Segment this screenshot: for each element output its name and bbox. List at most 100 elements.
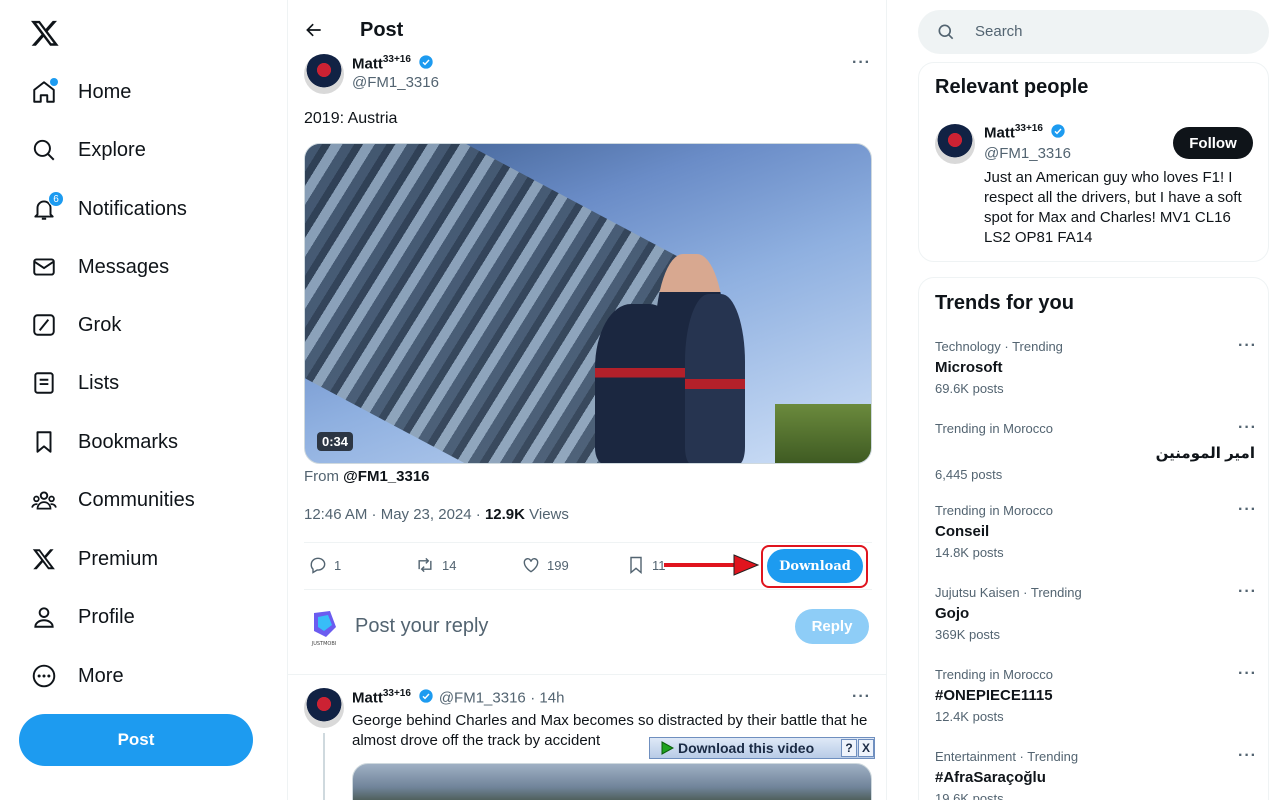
home-icon	[30, 78, 58, 106]
author-handle[interactable]: @FM1_3316	[352, 74, 439, 91]
nav-home-label: Home	[78, 80, 132, 103]
nav-more[interactable]: More	[30, 656, 124, 696]
mail-icon	[30, 253, 58, 281]
notifications-badge: 6	[48, 191, 64, 207]
post-button[interactable]: Post	[19, 714, 253, 766]
more-options-icon[interactable]: ···	[852, 54, 871, 72]
trend-item[interactable]: Trending in Morocco Conseil 14.8K posts …	[935, 501, 1257, 560]
person-handle[interactable]: @FM1_3316	[984, 145, 1071, 162]
reply-button[interactable]: Reply	[795, 609, 869, 644]
person-avatar[interactable]	[935, 124, 975, 164]
nav-notifications[interactable]: 6 Notifications	[30, 189, 187, 229]
trend-item[interactable]: Entertainment · Trending #AfraSaraçoğlu …	[935, 747, 1257, 800]
x-logo[interactable]	[30, 18, 60, 48]
reply-action[interactable]: 1	[308, 555, 341, 575]
nav-profile[interactable]: Profile	[30, 597, 135, 637]
grok-icon	[30, 311, 58, 339]
person-name-sup: 33+16	[1014, 123, 1043, 134]
nav-premium-label: Premium	[78, 547, 159, 570]
reply-composer: JUSTMOBI Post your reply Reply	[288, 591, 886, 675]
trends-card: Trends for you Technology · Trending Mic…	[918, 277, 1269, 800]
trend-more-icon[interactable]: ···	[1238, 419, 1257, 437]
trend-count: 6,445 posts	[935, 467, 1003, 482]
bookmark-action[interactable]: 11	[626, 555, 666, 575]
trend-context: Trending in Morocco	[935, 421, 1054, 436]
reply-time[interactable]: · 14h	[530, 689, 564, 706]
follow-button[interactable]: Follow	[1173, 127, 1253, 159]
trend-more-icon[interactable]: ···	[1238, 501, 1257, 519]
trees-graphic	[775, 404, 871, 463]
trend-item[interactable]: Jujutsu Kaisen · Trending Gojo 369K post…	[935, 583, 1257, 642]
people-icon	[30, 486, 58, 514]
nav-grok[interactable]: Grok	[30, 305, 121, 345]
search-bar[interactable]: Search	[918, 10, 1269, 54]
reply-icon	[310, 557, 326, 574]
download-video-toolbar[interactable]: Download this video ? X	[649, 737, 875, 759]
trend-name: #AfraSaraçoğlu	[935, 769, 1046, 786]
more-circle-icon	[30, 662, 58, 690]
reply-author[interactable]: Matt33+16 @FM1_3316 · 14h	[352, 688, 564, 707]
verified-icon	[419, 689, 434, 703]
from-handle[interactable]: @FM1_3316	[343, 468, 429, 485]
trend-more-icon[interactable]: ···	[1238, 665, 1257, 683]
nav-bookmarks[interactable]: Bookmarks	[30, 422, 178, 462]
trend-more-icon[interactable]: ···	[1238, 747, 1257, 765]
author-display-name: Matt	[352, 55, 383, 73]
trend-count: 12.4K posts	[935, 709, 1004, 724]
trend-context: Trending in Morocco	[935, 503, 1054, 518]
timestamp[interactable]: 12:46 AM · May 23, 2024 ·	[304, 506, 485, 523]
user-avatar[interactable]: JUSTMOBI	[308, 609, 340, 647]
x-icon	[30, 545, 58, 573]
nav-more-label: More	[78, 664, 124, 687]
nav-home[interactable]: Home	[30, 72, 131, 112]
person-name[interactable]: Matt33+16	[984, 123, 1066, 142]
video-duration: 0:34	[317, 432, 354, 451]
reply-input[interactable]: Post your reply	[355, 615, 488, 638]
author-name-sup: 33+16	[382, 54, 411, 65]
post-header: Post	[288, 0, 886, 52]
reply-more-options-icon[interactable]: ···	[852, 688, 871, 706]
nav-premium[interactable]: Premium	[30, 539, 158, 579]
nav-explore[interactable]: Explore	[30, 130, 146, 170]
bookmark-icon	[630, 556, 642, 575]
reply-author-avatar[interactable]	[304, 688, 344, 728]
nav-notifications-label: Notifications	[78, 197, 187, 220]
tweet-video[interactable]: 0:34	[304, 143, 872, 464]
nav-communities[interactable]: Communities	[30, 480, 195, 520]
like-action[interactable]: 199	[521, 555, 569, 575]
trend-item[interactable]: Trending in Morocco #ONEPIECE1115 12.4K …	[935, 665, 1257, 724]
reply-media[interactable]	[352, 763, 872, 800]
back-arrow-icon[interactable]	[304, 20, 324, 40]
tweet-meta: 12:46 AM · May 23, 2024 · 12.9K Views	[304, 506, 569, 523]
author-name[interactable]: Matt33+16	[352, 54, 434, 73]
trend-name: #ONEPIECE1115	[935, 687, 1053, 704]
bell-icon: 6	[30, 191, 64, 223]
nav-lists[interactable]: Lists	[30, 363, 119, 403]
search-icon	[938, 24, 954, 40]
author-avatar[interactable]	[304, 54, 344, 94]
close-toolbar-button[interactable]: X	[858, 739, 874, 757]
trend-item[interactable]: Trending in Morocco امير المومنين 6,445 …	[935, 419, 1257, 482]
person-icon	[30, 603, 58, 631]
person-bio: Just an American guy who loves F1! I res…	[984, 169, 1242, 246]
nav-messages-label: Messages	[78, 255, 170, 278]
search-icon	[30, 136, 58, 164]
bookmark-icon	[30, 428, 58, 456]
help-button[interactable]: ?	[841, 739, 857, 757]
like-count: 199	[547, 557, 569, 573]
nav-messages[interactable]: Messages	[30, 247, 169, 287]
trends-title: Trends for you	[935, 292, 1074, 314]
trend-more-icon[interactable]: ···	[1238, 583, 1257, 601]
search-input[interactable]: Search	[975, 23, 1023, 40]
relevant-people-card: Relevant people Matt33+16 @FM1_3316 Foll…	[918, 62, 1269, 262]
trend-item[interactable]: Technology · Trending Microsoft 69.6K po…	[935, 337, 1257, 396]
trend-count: 19.6K posts	[935, 791, 1004, 800]
person-figure	[685, 294, 745, 463]
retweet-action[interactable]: 14	[414, 555, 456, 575]
trend-more-icon[interactable]: ···	[1238, 337, 1257, 355]
avatar-text: JUSTMOBI	[311, 641, 337, 647]
download-button[interactable]: Download	[767, 549, 863, 583]
from-label: From	[304, 468, 339, 485]
page-title: Post	[360, 19, 404, 41]
trend-name: امير المومنين	[1155, 445, 1255, 462]
